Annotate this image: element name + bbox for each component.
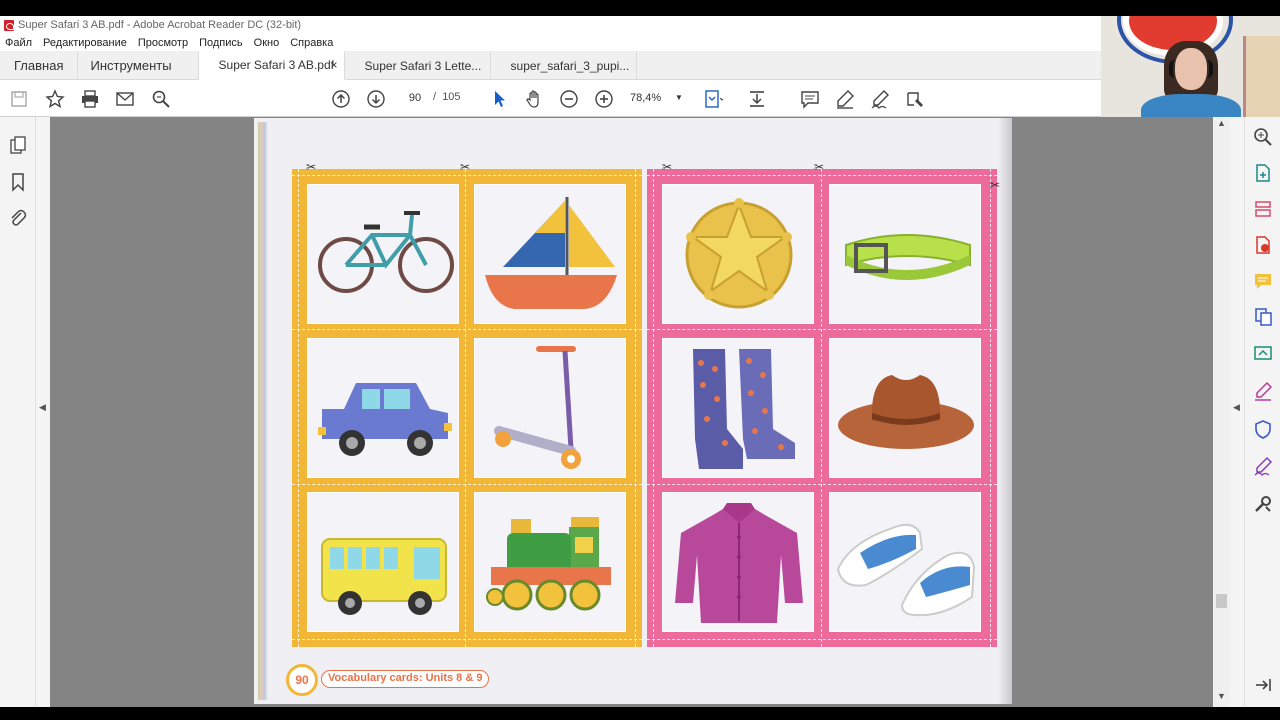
tab-document-3[interactable]: super_safari_3_pupi... xyxy=(491,51,637,80)
zoom-in-icon[interactable] xyxy=(593,88,615,110)
send-for-review-icon[interactable] xyxy=(1253,343,1273,363)
acrobat-pdf-icon xyxy=(4,19,14,31)
sign-icon[interactable] xyxy=(869,88,891,110)
webcam-overlay xyxy=(1101,16,1280,117)
comment-icon[interactable] xyxy=(799,88,821,110)
request-signature-icon[interactable] xyxy=(1253,456,1273,476)
menu-help[interactable]: Справка xyxy=(290,37,333,49)
tab-document-2[interactable]: Super Safari 3 Lette... xyxy=(345,51,491,80)
email-icon[interactable] xyxy=(114,88,136,110)
card-shirt xyxy=(662,492,814,632)
collapse-left-panel[interactable]: ◀ xyxy=(36,117,50,707)
menu-edit[interactable]: Редактирование xyxy=(43,37,127,49)
card-boots xyxy=(662,338,814,478)
expand-panel-icon[interactable] xyxy=(1253,675,1273,695)
card-car xyxy=(307,338,459,478)
left-nav-panel xyxy=(0,117,36,707)
protect-shield-icon[interactable] xyxy=(1253,419,1273,439)
menu-sign[interactable]: Подпись xyxy=(199,37,243,49)
close-tab-icon[interactable]: × xyxy=(331,58,338,72)
headset-icon xyxy=(1169,60,1213,78)
scissors-icon: ✂ xyxy=(662,160,673,174)
page-footer-label: Vocabulary cards: Units 8 & 9 xyxy=(321,670,490,688)
zoom-level-dropdown[interactable]: 78,4% ▼ xyxy=(630,88,690,108)
fill-sign-tool-icon[interactable] xyxy=(1253,381,1273,401)
hand-tool-icon[interactable] xyxy=(523,88,545,110)
card-bus xyxy=(307,492,459,632)
scroll-up-icon[interactable]: ▲ xyxy=(1217,118,1226,128)
pdf-page: ✂ ✂ ✂ ✂ ✂ 90 Vocabulary cards: Units 8 &… xyxy=(254,118,1012,704)
zoom-out-icon[interactable] xyxy=(558,88,580,110)
comment-panel-icon[interactable] xyxy=(1253,271,1273,291)
card-bicycle xyxy=(307,184,459,324)
page-number-badge: 90 xyxy=(286,664,318,696)
chevron-left-icon: ◀ xyxy=(39,402,46,412)
print-icon[interactable] xyxy=(79,88,101,110)
card-sheriff-badge xyxy=(662,184,814,324)
search-icon[interactable] xyxy=(150,88,172,110)
create-pdf-icon[interactable] xyxy=(1253,163,1273,183)
chevron-down-icon: ▼ xyxy=(675,93,683,102)
zoom-level: 78,4% xyxy=(630,92,662,104)
scrollbar-thumb[interactable] xyxy=(1216,594,1227,608)
menu-view[interactable]: Просмотр xyxy=(138,37,188,49)
main-toolbar: 90 / 105 78,4% ▼ xyxy=(0,80,1280,117)
vocabulary-cards-unit-9 xyxy=(647,169,997,647)
previous-page-icon[interactable] xyxy=(330,88,352,110)
bookmark-star-icon[interactable] xyxy=(44,88,66,110)
tab-tools[interactable]: Инструменты xyxy=(78,51,199,80)
attachments-icon[interactable] xyxy=(8,208,28,228)
tab-document-label: Super Safari 3 AB.pdf xyxy=(218,58,334,72)
export-pdf-icon[interactable] xyxy=(1253,235,1273,255)
tab-bar: Главная Инструменты Super Safari 3 AB.pd… xyxy=(0,51,1101,80)
bottom-bar xyxy=(0,707,1280,720)
menu-file[interactable]: Файл xyxy=(5,37,32,49)
tab-document-label: Super Safari 3 Lette... xyxy=(364,58,482,73)
card-scooter xyxy=(474,338,626,478)
card-cowboy-hat xyxy=(829,338,981,478)
combine-files-icon[interactable] xyxy=(1253,307,1273,327)
right-tools-panel xyxy=(1244,117,1280,707)
card-train xyxy=(474,492,626,632)
select-cursor-icon[interactable] xyxy=(488,88,510,110)
scissors-icon: ✂ xyxy=(990,178,1001,192)
collapse-right-panel[interactable]: ◀ xyxy=(1230,117,1244,707)
card-belt xyxy=(829,184,981,324)
tab-document-label: super_safari_3_pupi... xyxy=(510,58,630,73)
scissors-icon: ✂ xyxy=(306,160,317,174)
fill-sign-icon[interactable] xyxy=(904,88,926,110)
page-thumbnails-icon[interactable] xyxy=(8,135,28,155)
highlight-pen-icon[interactable] xyxy=(834,88,856,110)
card-sailboat xyxy=(474,184,626,324)
bookmarks-icon[interactable] xyxy=(8,172,28,192)
organize-pages-icon[interactable] xyxy=(1253,199,1273,219)
page-number-input[interactable]: 90 xyxy=(400,88,430,108)
page-count: / 105 xyxy=(433,91,461,103)
scroll-down-icon[interactable]: ▼ xyxy=(1217,691,1226,701)
save-icon[interactable] xyxy=(8,88,30,110)
menu-window[interactable]: Окно xyxy=(254,37,280,49)
next-page-icon[interactable] xyxy=(365,88,387,110)
scroll-mode-icon[interactable] xyxy=(746,88,768,110)
more-tools-icon[interactable] xyxy=(1253,494,1273,514)
chevron-left-icon: ◀ xyxy=(1233,402,1240,412)
tab-document-active[interactable]: Super Safari 3 AB.pdf × xyxy=(198,51,345,80)
zoom-search-icon[interactable] xyxy=(1253,127,1273,147)
menu-bar: Файл Редактирование Просмотр Подпись Окн… xyxy=(0,34,1101,51)
window-title: Super Safari 3 AB.pdf - Adobe Acrobat Re… xyxy=(18,19,302,31)
vocabulary-cards-unit-8 xyxy=(292,169,642,647)
scissors-icon: ✂ xyxy=(814,160,825,174)
vertical-scrollbar[interactable]: ▲ ▼ xyxy=(1213,117,1230,707)
fit-page-icon[interactable] xyxy=(702,88,724,110)
scissors-icon: ✂ xyxy=(460,160,471,174)
card-shoes xyxy=(829,492,981,632)
tab-home[interactable]: Главная xyxy=(0,51,79,80)
title-bar: Super Safari 3 AB.pdf - Adobe Acrobat Re… xyxy=(0,16,1101,34)
